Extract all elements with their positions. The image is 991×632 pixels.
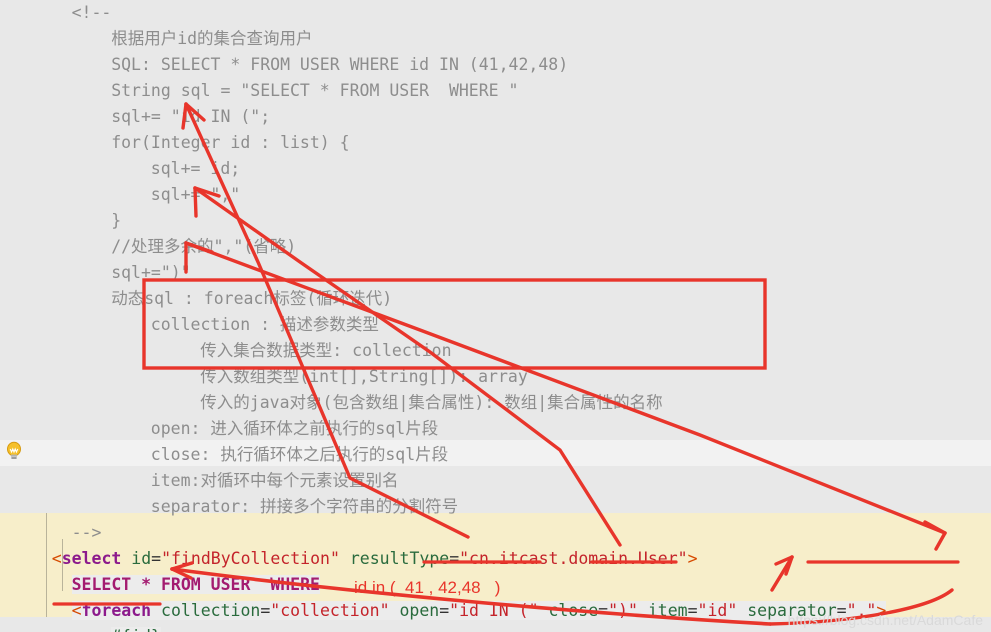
comment-text: for(Integer id : list) {	[111, 133, 350, 152]
comment-line-6: sql+= ","	[0, 182, 991, 208]
comment-close-line: -->	[0, 520, 991, 546]
comment-line-18: separator: 拼接多个字符串的分割符号	[0, 494, 991, 520]
comment-text: separator: 拼接多个字符串的分割符号	[150, 497, 459, 516]
foreach-attr-value-close: ")"	[608, 601, 638, 620]
comment-line-7: }	[0, 208, 991, 234]
comment-open-line: <!--	[0, 0, 991, 26]
tag-bracket: <	[51, 549, 62, 568]
tag-name-foreach: foreach	[81, 601, 152, 620]
comment-text: 传入的java对象(包含数组|集合属性): 数组|集合属性的名称	[200, 393, 663, 412]
result-note: id in ( 41 , 42,48 )	[354, 578, 501, 597]
comment-line-12: 传入集合数据类型: collection	[0, 338, 991, 364]
comment-line-15: open: 进入循环体之前执行的sql片段	[0, 416, 991, 442]
foreach-attr-value-open: "id IN ("	[449, 601, 539, 620]
foreach-attr-item[interactable]: item	[648, 601, 688, 620]
comment-line-2: String sql = "SELECT * FROM USER WHERE "	[0, 78, 991, 104]
foreach-attr-close[interactable]: close	[548, 601, 598, 620]
comment-line-5: sql+= id;	[0, 156, 991, 182]
comment-line-1: SQL: SELECT * FROM USER WHERE id IN (41,…	[0, 52, 991, 78]
comment-line-14: 传入的java对象(包含数组|集合属性): 数组|集合属性的名称	[0, 390, 991, 416]
comment-line-10: 动态sql : foreach标签(循环迭代)	[0, 286, 991, 312]
comment-text: open: 进入循环体之前执行的sql片段	[150, 419, 439, 438]
comment-line-0: 根据用户id的集合查询用户	[0, 26, 991, 52]
attr-resultType: resultType	[349, 549, 450, 568]
attr-value-id: "findByCollection"	[161, 549, 340, 568]
comment-line-8: //处理多余的","(省略)	[0, 234, 991, 260]
comment-text: String sql = "SELECT * FROM USER WHERE "	[111, 81, 519, 100]
comment-line-16: close: 执行循环体之后执行的sql片段	[0, 442, 991, 468]
sql-statement-text: SELECT * FROM USER WHERE	[71, 575, 320, 594]
comment-text: sql+= ","	[150, 185, 241, 204]
comment-text: SQL: SELECT * FROM USER WHERE id IN (41,…	[111, 55, 569, 74]
comment-text: item:对循环中每个元素设置别名	[150, 471, 399, 490]
comment-line-3: sql+= "id IN (";	[0, 104, 991, 130]
editor-screenshot: <!-- 根据用户id的集合查询用户 SQL: SELECT * FROM USER…	[0, 0, 991, 632]
comment-text: sql+=")"	[111, 263, 191, 282]
foreach-attr-open[interactable]: open	[399, 601, 439, 620]
comment-text: }	[111, 211, 122, 230]
comment-line-4: for(Integer id : list) {	[0, 130, 991, 156]
comment-text: 传入数组类型(int[],String[]): array	[200, 367, 528, 386]
attr-value-resultType: "cn.itcast.domain.User"	[459, 549, 688, 568]
comment-text: close: 执行循环体之后执行的sql片段	[150, 445, 449, 464]
comment-close-token: -->	[71, 523, 102, 542]
foreach-attr-collection[interactable]: collection	[161, 601, 260, 620]
comment-text: sql+= "id IN (";	[111, 107, 271, 126]
watermark: https://blog.csdn.net/AdamCafe	[787, 612, 983, 628]
comment-text: 传入集合数据类型: collection	[200, 341, 452, 360]
attr-id: id	[131, 549, 152, 568]
foreach-attr-value-item: "id"	[697, 601, 738, 620]
comment-text: 动态sql : foreach标签(循环迭代)	[111, 289, 393, 308]
comment-text: //处理多余的","(省略)	[111, 237, 297, 256]
item-expression: #{id}	[111, 627, 161, 632]
foreach-attr-value-collection: "collection"	[270, 601, 390, 620]
comment-line-17: item:对循环中每个元素设置别名	[0, 468, 991, 494]
comment-text: 根据用户id的集合查询用户	[111, 29, 313, 48]
comment-open-token: <!--	[71, 3, 112, 22]
comment-text: sql+= id;	[150, 159, 241, 178]
lightbulb-icon[interactable]	[3, 440, 25, 462]
tag-name-select: select	[61, 549, 122, 568]
comment-text: collection : 描述参数类型	[150, 315, 379, 334]
comment-line-11: collection : 描述参数类型	[0, 312, 991, 338]
comment-line-13: 传入数组类型(int[],String[]): array	[0, 364, 991, 390]
comment-line-9: sql+=")"	[0, 260, 991, 286]
select-open-line: <select id="findByCollection" resultType…	[51, 549, 698, 568]
